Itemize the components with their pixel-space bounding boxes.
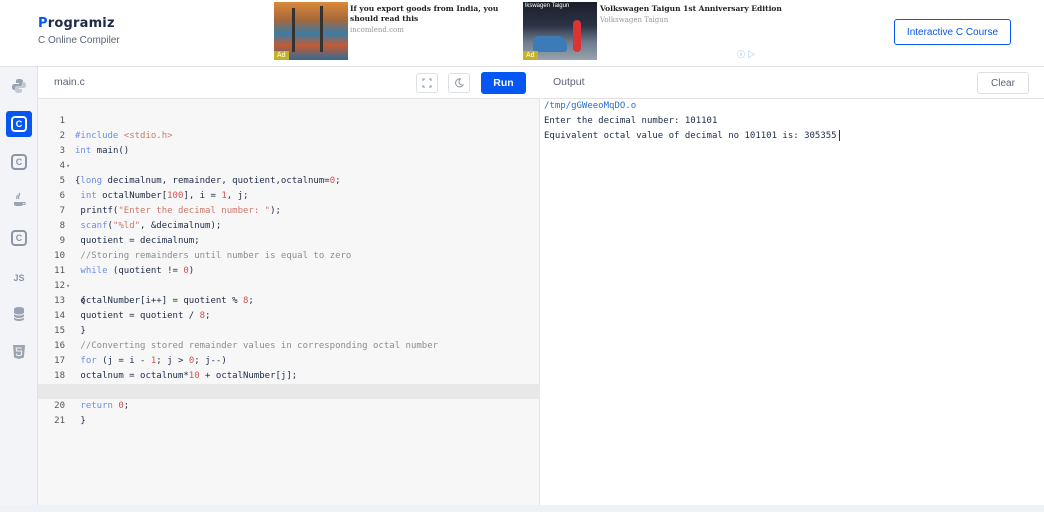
code-line: 9 //Storing remainders until number is e… — [38, 219, 540, 261]
bottom-strip — [0, 505, 1044, 512]
code-line: 4 long decimalnum, remainder, quotient,o… — [38, 144, 540, 186]
language-sidebar: C C C JS — [0, 67, 38, 512]
cpp-icon[interactable]: C — [6, 149, 32, 175]
output-text: Equivalent octal value of decimal no 101… — [544, 131, 837, 141]
logo-rest: rogramiz — [47, 16, 115, 31]
code-line: 11 ▾ { — [38, 249, 540, 306]
ad-info-icon[interactable]: ⓘ ▷ — [737, 49, 755, 60]
cpp-glyph: C — [11, 154, 27, 170]
compiler-app: Programiz C Online Compiler Ad If you ex… — [0, 0, 1044, 512]
code-text: } — [75, 416, 86, 426]
code-line: 14 } — [38, 294, 540, 336]
run-button[interactable]: Run — [481, 72, 526, 94]
code-line-active: 20 } — [38, 384, 540, 426]
ad-title[interactable]: If you export goods from India, you shou… — [350, 4, 520, 24]
ad-image-caption: lkswagen Taigun — [525, 3, 570, 9]
logo-text: Programiz — [38, 16, 120, 31]
java-icon[interactable] — [6, 187, 32, 213]
line-number: 21 — [54, 416, 65, 426]
interactive-course-button[interactable]: Interactive C Course — [894, 19, 1011, 45]
dark-mode-moon-icon[interactable] — [448, 73, 470, 93]
code-line: 8 quotient = decimalnum; — [38, 204, 540, 246]
output-line: Enter the decimal number: 101101 — [544, 116, 718, 126]
code-editor[interactable]: 1 #include <stdio.h> 2 int main() 3 ▾ { … — [38, 99, 540, 512]
ad-title[interactable]: Volkswagen Taigun 1st Anniversary Editio… — [600, 4, 782, 13]
logo-mark: P — [38, 16, 48, 31]
html5-icon[interactable] — [6, 339, 32, 365]
editor-toolbar: main.c Run — [38, 67, 540, 99]
crane-graphic — [320, 6, 323, 52]
js-label: JS — [13, 273, 25, 283]
code-line: 19 return 0; — [38, 369, 540, 411]
c-language-icon[interactable]: C — [6, 111, 32, 137]
code-line: 10 while (quotient != 0) — [38, 234, 540, 276]
car-graphic — [533, 36, 567, 52]
csharp-icon[interactable]: C — [6, 225, 32, 251]
javascript-icon[interactable]: JS — [6, 265, 32, 291]
ad-image-shipping[interactable]: Ad — [274, 2, 348, 60]
code-line: 16 for (j = i - 1; j > 0; j--) — [38, 324, 540, 366]
ad-source: Volkswagen Taigun — [600, 16, 669, 24]
code-line: 1 #include <stdio.h> — [38, 99, 540, 141]
ad-source: incomlend.com — [350, 26, 404, 34]
output-line: /tmp/gGWeeoMqDO.o — [544, 101, 637, 111]
code-line: 7 scanf("%ld", &decimalnum); — [38, 189, 540, 231]
file-tab[interactable]: main.c — [54, 76, 85, 88]
code-line: 2 int main() — [38, 114, 540, 156]
code-line: 12 octalNumber[i++] = quotient % 8; — [38, 264, 540, 306]
ad-badge: Ad — [274, 51, 289, 60]
python-icon[interactable] — [6, 73, 32, 99]
header: Programiz C Online Compiler Ad If you ex… — [0, 0, 1044, 67]
code-line: 17 octalnum = octalnum*10 + octalNumber[… — [38, 339, 540, 381]
code-line: 3 ▾ { — [38, 129, 540, 186]
code-line: 21 — [38, 399, 540, 426]
text-cursor — [838, 130, 840, 141]
clear-button[interactable]: Clear — [977, 72, 1029, 94]
output-toolbar: Output Clear — [541, 67, 1044, 99]
code-line: 13 quotient = quotient / 8; — [38, 279, 540, 321]
crane-graphic — [292, 8, 295, 52]
ad-badge: Ad — [523, 51, 538, 60]
programiz-logo[interactable]: Programiz C Online Compiler — [38, 16, 120, 46]
output-title: Output — [553, 76, 585, 88]
person-graphic — [573, 20, 581, 52]
page-subtitle: C Online Compiler — [38, 35, 120, 46]
code-line: 18 printf("Equivalent octal value of dec… — [38, 354, 540, 396]
c-glyph: C — [11, 116, 27, 132]
code-line: 5 int octalNumber[100], i = 1, j; — [38, 159, 540, 201]
sql-database-icon[interactable] — [6, 301, 32, 327]
fullscreen-icon[interactable] — [416, 73, 438, 93]
output-console[interactable]: /tmp/gGWeeoMqDO.o Enter the decimal numb… — [541, 99, 1044, 512]
ad-image-car[interactable]: lkswagen Taigun Ad — [523, 2, 597, 60]
code-line: 15 //Converting stored remainder values … — [38, 309, 540, 351]
output-line-last: Equivalent octal value of decimal no 101… — [544, 129, 840, 144]
code-line: 6 printf("Enter the decimal number: "); — [38, 174, 540, 216]
csharp-glyph: C — [11, 230, 27, 246]
